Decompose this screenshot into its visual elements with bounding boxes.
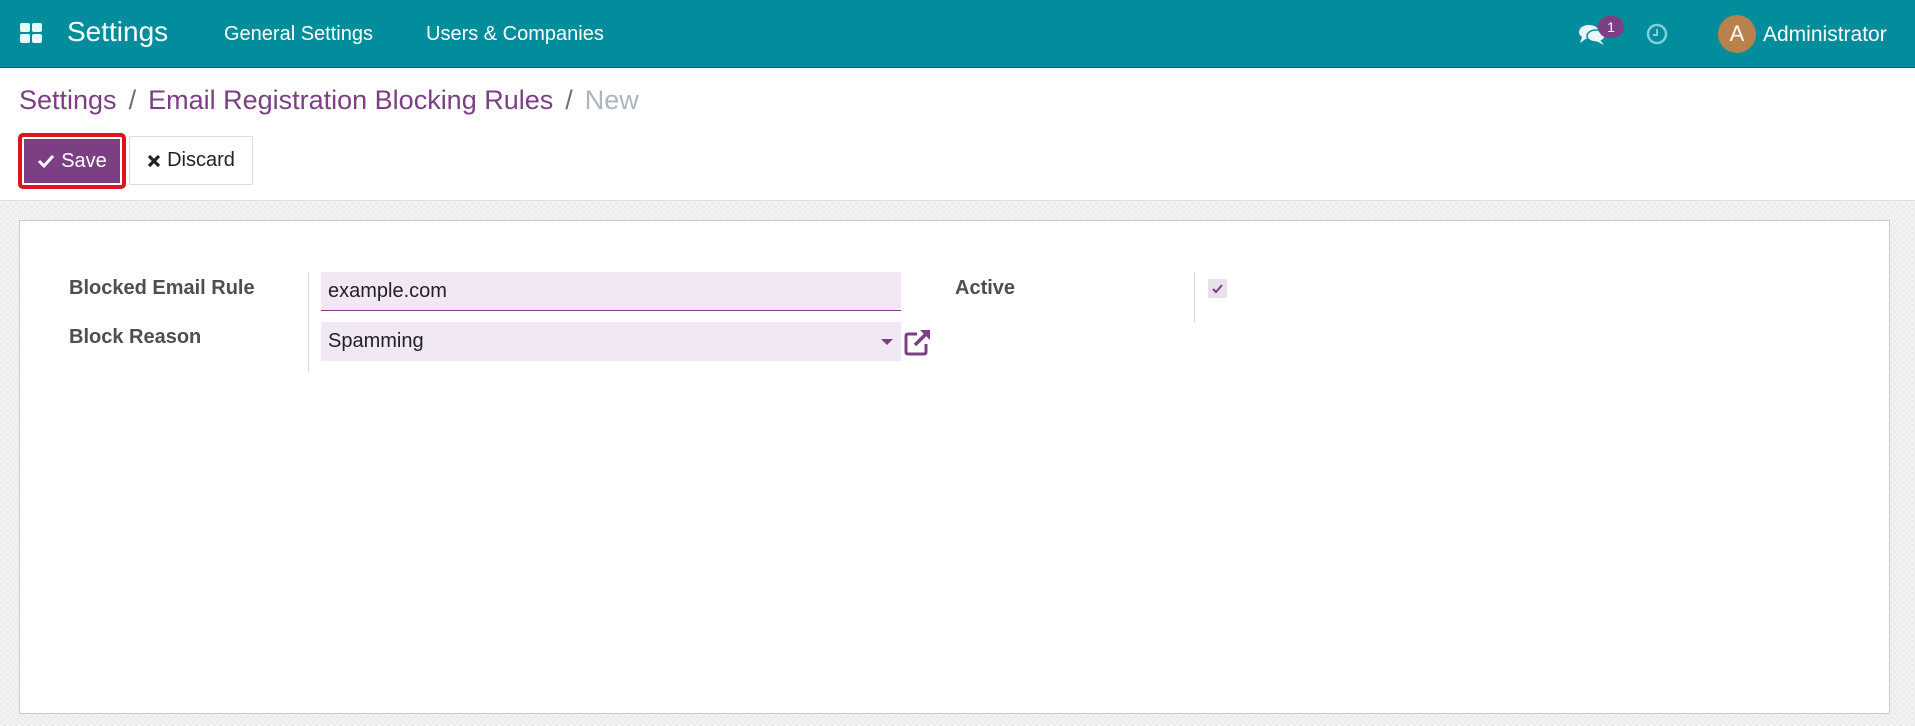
user-menu-name[interactable]: Administrator bbox=[1763, 23, 1887, 47]
blocked-email-rule-input[interactable] bbox=[321, 272, 901, 311]
breadcrumb-separator: / bbox=[128, 85, 137, 115]
label-divider bbox=[308, 272, 309, 372]
clock-icon[interactable] bbox=[1646, 23, 1668, 45]
menu-users-companies[interactable]: Users & Companies bbox=[426, 23, 604, 46]
top-navbar: Settings General Settings Users & Compan… bbox=[0, 0, 1915, 68]
blocked-email-rule-label: Blocked Email Rule bbox=[69, 277, 255, 299]
breadcrumb-current: New bbox=[584, 85, 639, 115]
external-link-icon[interactable] bbox=[903, 327, 933, 357]
discard-button[interactable]: Discard bbox=[129, 136, 253, 185]
messages-count-badge: 1 bbox=[1598, 16, 1624, 38]
label-divider bbox=[1194, 272, 1195, 322]
control-panel: Settings / Email Registration Blocking R… bbox=[0, 69, 1915, 201]
active-checkbox[interactable] bbox=[1208, 279, 1227, 298]
close-icon bbox=[147, 154, 161, 167]
active-label: Active bbox=[955, 277, 1016, 299]
block-reason-label: Block Reason bbox=[69, 326, 202, 348]
block-reason-select[interactable]: Spamming bbox=[321, 322, 901, 361]
discard-label: Discard bbox=[167, 149, 235, 171]
breadcrumb-blocking-rules[interactable]: Email Registration Blocking Rules bbox=[148, 85, 553, 116]
app-title[interactable]: Settings bbox=[67, 16, 168, 48]
save-button[interactable]: Save bbox=[24, 139, 120, 183]
breadcrumb-separator: / bbox=[565, 85, 573, 115]
menu-general-settings[interactable]: General Settings bbox=[224, 23, 373, 46]
apps-grid-icon[interactable] bbox=[20, 23, 42, 43]
checkmark-icon bbox=[1212, 284, 1223, 293]
user-avatar[interactable]: A bbox=[1718, 15, 1756, 53]
breadcrumb-settings[interactable]: Settings bbox=[19, 85, 117, 116]
block-reason-value: Spamming bbox=[328, 330, 424, 352]
save-label: Save bbox=[61, 149, 107, 172]
check-icon bbox=[38, 154, 55, 169]
breadcrumb: Settings / Email Registration Blocking R… bbox=[19, 85, 639, 116]
dropdown-caret-icon[interactable] bbox=[881, 339, 893, 345]
